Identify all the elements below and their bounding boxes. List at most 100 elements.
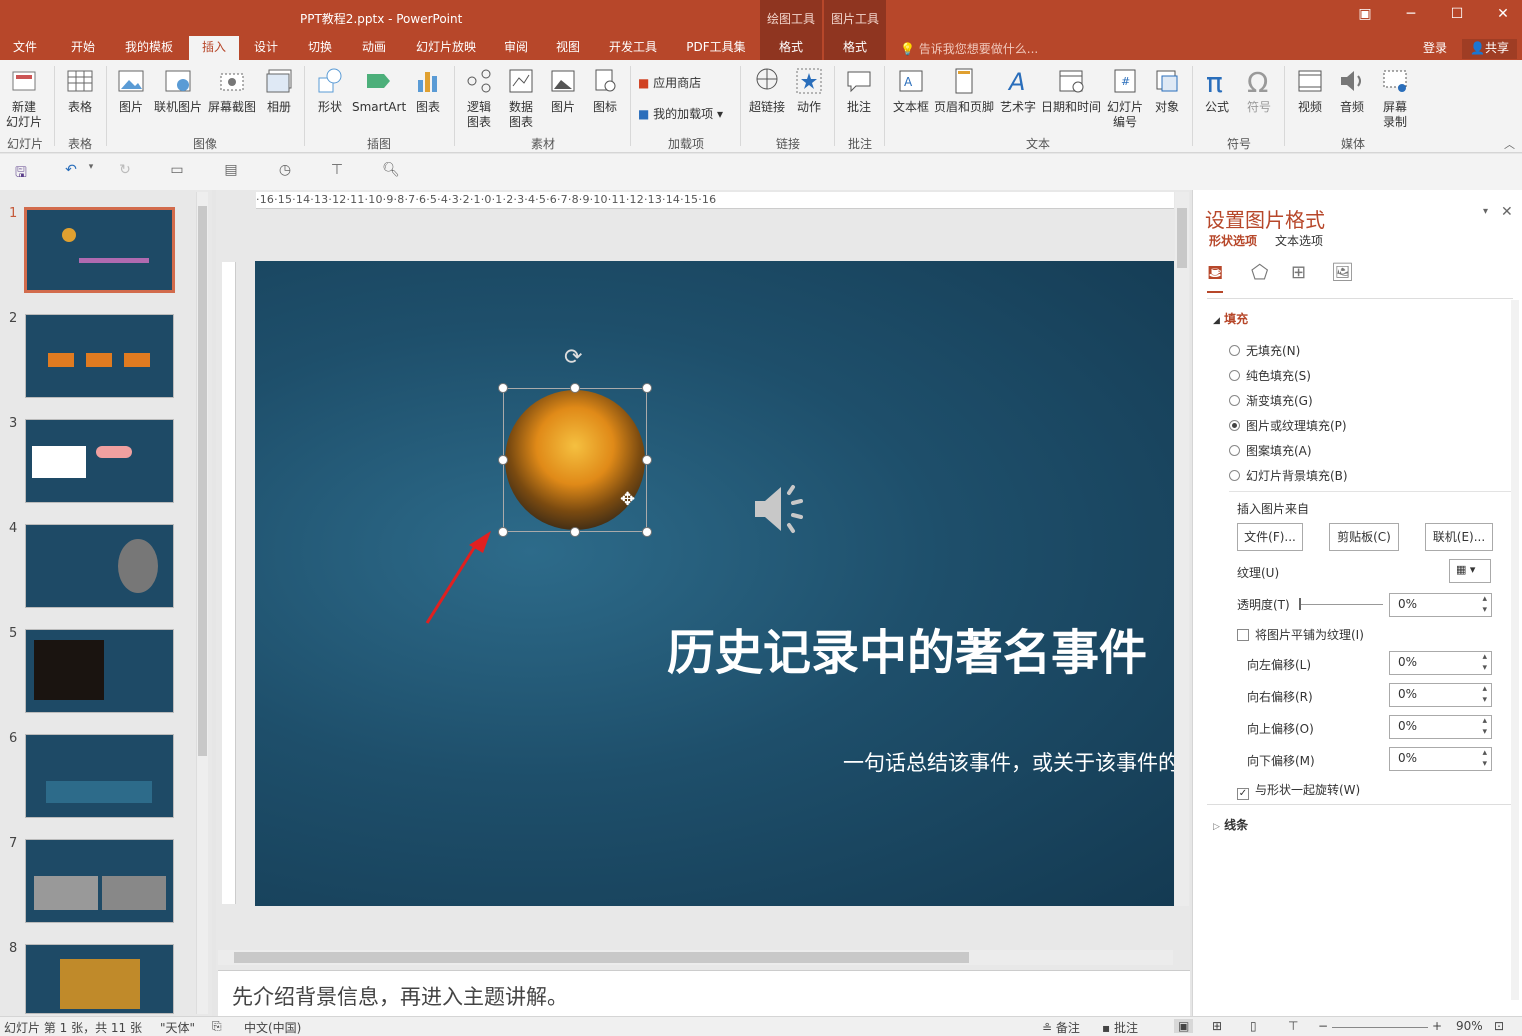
- rotate-handle-icon[interactable]: ⟳: [564, 345, 582, 370]
- app-store-button[interactable]: ■ 应用商店: [638, 74, 701, 91]
- redo-icon[interactable]: ↻: [116, 162, 134, 180]
- slide-thumbnail-7[interactable]: [25, 839, 174, 923]
- screen-record-button[interactable]: 屏幕 录制: [1374, 64, 1416, 130]
- collapse-ribbon-icon[interactable]: ︿: [1504, 136, 1515, 152]
- slide-thumbnail-5[interactable]: [25, 629, 174, 713]
- online-button[interactable]: 联机(E)...: [1425, 523, 1493, 551]
- tab-view[interactable]: 视图: [546, 36, 590, 60]
- zoom-out-icon[interactable]: −: [1318, 1019, 1328, 1033]
- tab-shape-options[interactable]: 形状选项: [1209, 232, 1257, 249]
- tab-my-templates[interactable]: 我的模板: [116, 36, 182, 60]
- resize-handle[interactable]: [642, 527, 652, 537]
- normal-view-icon[interactable]: ▣: [1174, 1019, 1194, 1033]
- tab-file[interactable]: 文件: [2, 36, 48, 60]
- fill-section-header[interactable]: ◢ 填充: [1213, 310, 1248, 327]
- present-qat-icon[interactable]: ⊤: [328, 162, 346, 180]
- new-slide-qat-icon[interactable]: ▭: [168, 162, 186, 180]
- slide-thumbnail-8[interactable]: [25, 944, 174, 1014]
- minimize-icon[interactable]: ─: [1396, 6, 1426, 22]
- header-footer-button[interactable]: 页眉和页脚: [932, 64, 996, 115]
- tab-slideshow[interactable]: 幻灯片放映: [406, 36, 486, 60]
- tab-review[interactable]: 审阅: [494, 36, 538, 60]
- undo-icon[interactable]: ↶: [62, 162, 80, 180]
- textbox-button[interactable]: A 文本框: [890, 64, 932, 115]
- tell-me-box[interactable]: 💡 告诉我您想要做什么...: [900, 40, 1038, 57]
- offset-right-input[interactable]: 0%: [1389, 683, 1492, 707]
- current-slide[interactable]: 历史记录中的著名事件 一句话总结该事件，或关于该事件的 ⟳ ✥: [255, 261, 1174, 906]
- pane-close-icon[interactable]: ✕: [1501, 204, 1513, 220]
- close-icon[interactable]: ✕: [1488, 6, 1518, 22]
- online-picture-button[interactable]: 联机图片: [152, 64, 204, 115]
- comment-button[interactable]: 批注: [840, 64, 878, 115]
- reading-view-icon[interactable]: ▯: [1250, 1019, 1257, 1033]
- undo-dropdown-icon[interactable]: ▾: [82, 162, 100, 180]
- video-button[interactable]: 视频: [1290, 64, 1330, 115]
- zoom-slider[interactable]: [1332, 1027, 1428, 1028]
- new-slide-button[interactable]: 新建 幻灯片: [2, 64, 46, 130]
- tab-picture-format[interactable]: 格式: [824, 36, 886, 60]
- smartart-button[interactable]: SmartArt: [352, 64, 406, 115]
- save-icon[interactable]: 🖫: [12, 162, 30, 181]
- tab-animations[interactable]: 动画: [352, 36, 396, 60]
- ribbon-display-icon[interactable]: ▣: [1350, 6, 1380, 22]
- solid-fill-radio[interactable]: 纯色填充(S): [1229, 367, 1311, 384]
- action-button[interactable]: 动作: [790, 64, 828, 115]
- resize-handle[interactable]: [570, 383, 580, 393]
- spellcheck-icon[interactable]: ⎘: [212, 1019, 222, 1034]
- notes-toggle[interactable]: ≗ 备注: [1042, 1019, 1080, 1036]
- resize-handle[interactable]: [498, 383, 508, 393]
- material-picture-button[interactable]: 图片: [544, 64, 582, 115]
- texture-picker[interactable]: ▦ ▾: [1449, 559, 1491, 583]
- print-preview-qat-icon[interactable]: 🔍︎: [382, 162, 400, 180]
- tab-design[interactable]: 设计: [244, 36, 288, 60]
- screenshot-button[interactable]: 屏幕截图: [206, 64, 258, 115]
- fit-slide-icon[interactable]: ⊡: [1494, 1019, 1504, 1033]
- album-button[interactable]: 相册: [260, 64, 298, 115]
- rotate-with-shape-checkbox[interactable]: ✓ 与形状一起旋转(W): [1237, 781, 1360, 800]
- shapes-button[interactable]: 形状: [310, 64, 350, 115]
- slide-title[interactable]: 历史记录中的著名事件: [667, 613, 1147, 683]
- resize-handle[interactable]: [642, 455, 652, 465]
- logic-chart-button[interactable]: 逻辑 图表: [460, 64, 498, 130]
- zoom-in-icon[interactable]: +: [1432, 1019, 1442, 1033]
- tab-text-options[interactable]: 文本选项: [1275, 232, 1323, 249]
- slide-thumbnail-1[interactable]: [24, 207, 175, 293]
- line-section-header[interactable]: ▷ 线条: [1213, 816, 1248, 833]
- hyperlink-button[interactable]: 超链接: [746, 64, 788, 115]
- editor-vertical-scrollbar[interactable]: [1175, 192, 1189, 906]
- slide-thumbnail-2[interactable]: [25, 314, 174, 398]
- slide-thumbnail-3[interactable]: [25, 419, 174, 503]
- fill-line-icon[interactable]: ⛾: [1207, 260, 1224, 293]
- picture-settings-icon[interactable]: 🖼︎: [1331, 262, 1354, 283]
- symbol-button[interactable]: Ω 符号: [1240, 64, 1278, 115]
- tab-insert[interactable]: 插入: [189, 36, 239, 60]
- slide-thumbnail-4[interactable]: [25, 524, 174, 608]
- editor-horizontal-scrollbar[interactable]: [218, 950, 1173, 965]
- audio-button[interactable]: 音频: [1332, 64, 1372, 115]
- my-addins-button[interactable]: ■ 我的加载项 ▾: [638, 105, 723, 122]
- layout-qat-icon[interactable]: ▤: [222, 162, 240, 180]
- offset-down-input[interactable]: 0%: [1389, 747, 1492, 771]
- effects-icon[interactable]: ⬠: [1251, 260, 1268, 284]
- table-button[interactable]: 表格: [60, 64, 100, 115]
- resize-handle[interactable]: [498, 455, 508, 465]
- offset-left-input[interactable]: 0%: [1389, 651, 1492, 675]
- notes-text[interactable]: 先介绍背景信息，再进入主题讲解。: [232, 985, 568, 1009]
- chart-button[interactable]: 图表: [408, 64, 448, 115]
- file-button[interactable]: 文件(F)...: [1237, 523, 1303, 551]
- slide-subtitle[interactable]: 一句话总结该事件，或关于该事件的: [843, 747, 1174, 777]
- slide-sorter-icon[interactable]: ⊞: [1212, 1019, 1222, 1033]
- tab-transitions[interactable]: 切换: [298, 36, 342, 60]
- offset-up-input[interactable]: 0%: [1389, 715, 1492, 739]
- tab-pdf-tools[interactable]: PDF工具集: [680, 36, 752, 60]
- from-beginning-qat-icon[interactable]: ◷: [276, 162, 294, 180]
- resize-handle[interactable]: [498, 527, 508, 537]
- no-fill-radio[interactable]: 无填充(N): [1229, 342, 1300, 359]
- pane-options-icon[interactable]: ▾: [1483, 206, 1488, 217]
- thumbnails-scrollbar[interactable]: [196, 192, 208, 1014]
- picture-button[interactable]: 图片: [112, 64, 150, 115]
- comments-toggle[interactable]: ▪ 批注: [1102, 1019, 1138, 1036]
- object-button[interactable]: 对象: [1148, 64, 1186, 115]
- tab-drawing-format[interactable]: 格式: [760, 36, 822, 60]
- login-link[interactable]: 登录: [1423, 39, 1447, 56]
